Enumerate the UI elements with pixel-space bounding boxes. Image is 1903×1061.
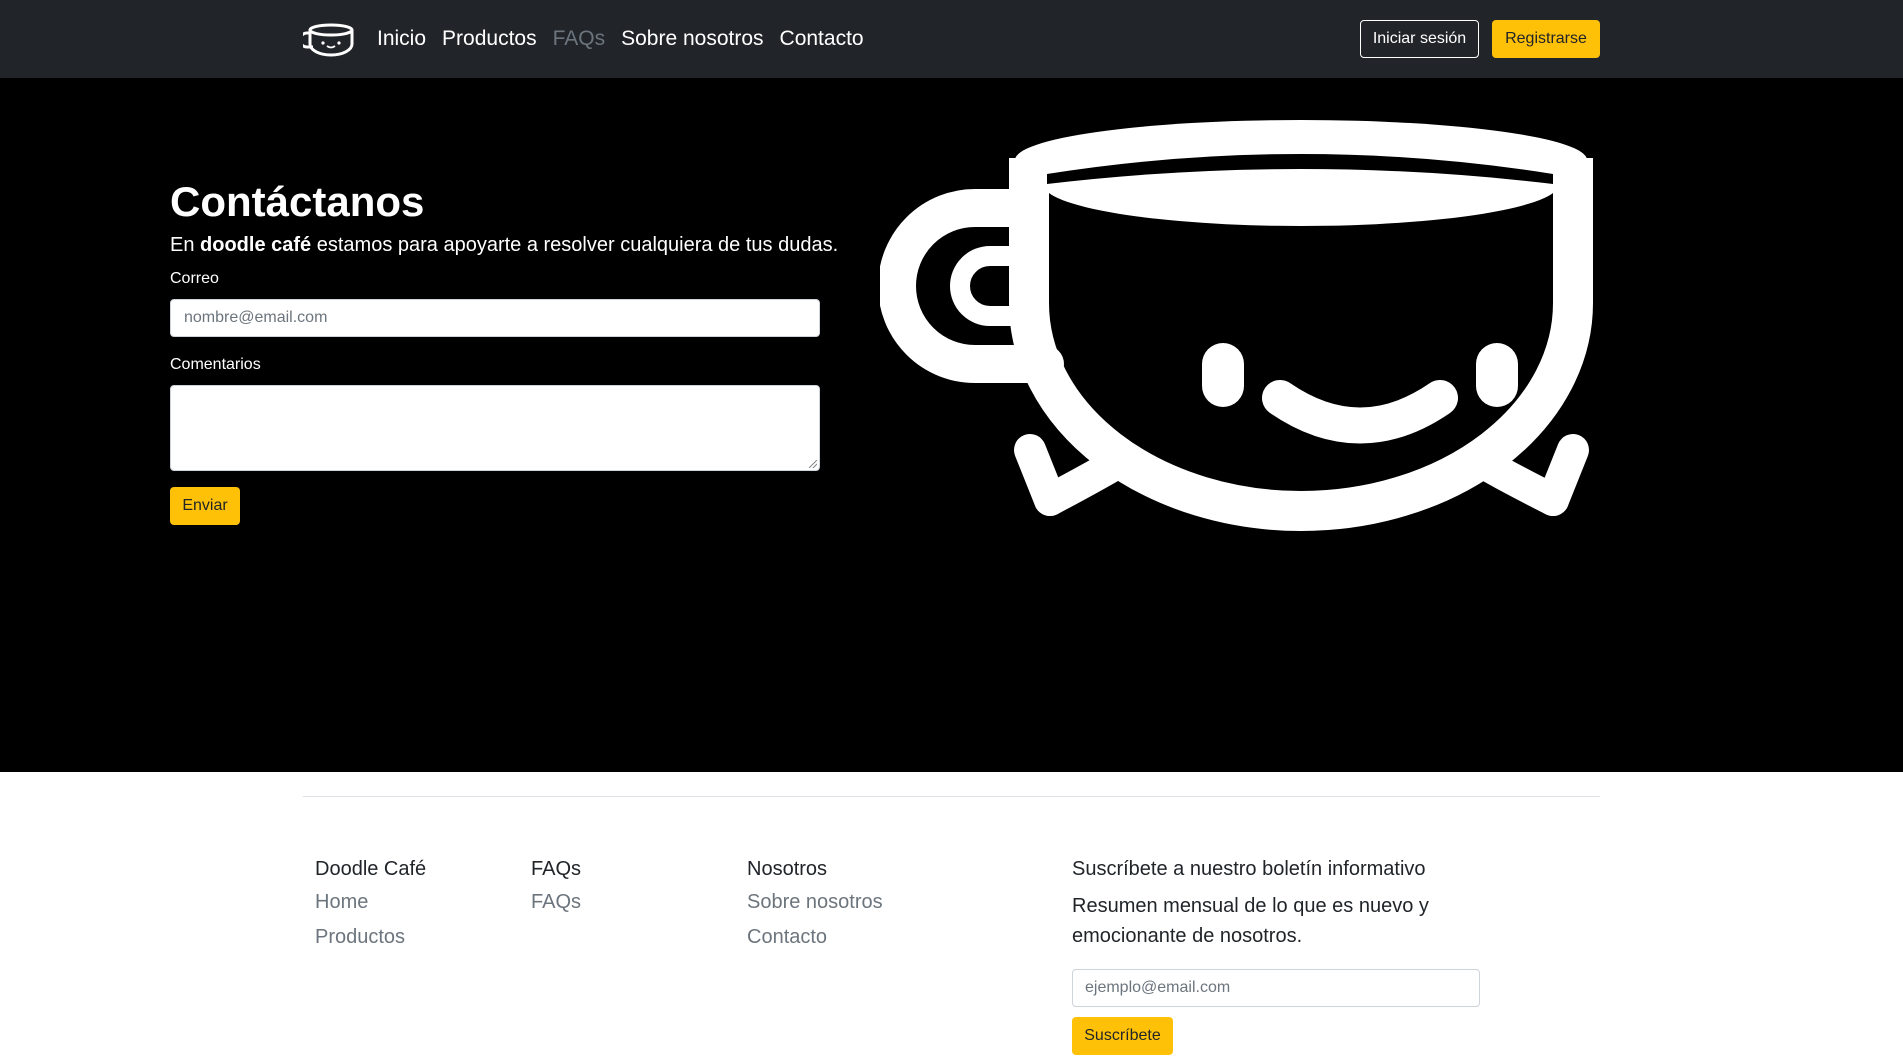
- lead-brand: doodle café: [200, 234, 312, 256]
- footer-link-sobre-nosotros[interactable]: Sobre nosotros: [747, 891, 883, 914]
- footer-column-doodle-cafe: Doodle Café Home Productos: [315, 858, 426, 961]
- nav-link-inicio[interactable]: Inicio: [377, 27, 426, 51]
- newsletter-text: Resumen mensual de lo que es nuevo y emo…: [1072, 895, 1429, 947]
- subscribe-button[interactable]: Suscríbete: [1072, 1017, 1173, 1055]
- footer-heading: FAQs: [531, 858, 582, 880]
- send-button[interactable]: Enviar: [170, 487, 240, 525]
- email-field[interactable]: nombre@email.com: [170, 299, 820, 337]
- page-title: Contáctanos: [170, 178, 425, 225]
- newsletter-heading: Suscríbete a nuestro boletín informativo: [1072, 858, 1426, 880]
- email-label: Correo: [170, 270, 219, 287]
- comments-textarea[interactable]: [170, 385, 820, 471]
- contact-hero: Contáctanos En doodle café estamos para …: [0, 78, 1903, 772]
- footer-column-faqs: FAQs FAQs: [531, 858, 581, 926]
- footer-divider: [303, 796, 1600, 797]
- login-button[interactable]: Iniciar sesión: [1360, 20, 1479, 58]
- footer-column-nosotros: Nosotros Sobre nosotros Contacto: [747, 858, 883, 961]
- contact-lead: En doodle café estamos para apoyarte a r…: [170, 234, 838, 257]
- footer-link-productos[interactable]: Productos: [315, 926, 426, 949]
- nav-link-contacto[interactable]: Contacto: [780, 27, 864, 51]
- lead-suffix: estamos para apoyarte a resolver cualqui…: [311, 234, 839, 256]
- footer-link-contacto[interactable]: Contacto: [747, 926, 883, 949]
- footer-link-home[interactable]: Home: [315, 891, 426, 914]
- footer-heading: Nosotros: [747, 858, 828, 880]
- signup-button[interactable]: Registrarse: [1492, 20, 1600, 58]
- smiling-coffee-cup-icon: [878, 98, 1720, 618]
- nav-link-productos[interactable]: Productos: [442, 27, 537, 51]
- footer-heading: Doodle Café: [315, 858, 427, 880]
- comments-label: Comentarios: [170, 356, 261, 373]
- newsletter-email-field[interactable]: ejemplo@email.com: [1072, 969, 1480, 1007]
- coffee-cup-logo-icon[interactable]: [298, 21, 355, 57]
- nav-links: Inicio Productos FAQs Sobre nosotros Con…: [377, 0, 880, 78]
- navbar: Inicio Productos FAQs Sobre nosotros Con…: [0, 0, 1903, 78]
- lead-prefix: En: [170, 234, 201, 256]
- nav-link-faqs[interactable]: FAQs: [553, 27, 606, 51]
- footer-link-faqs[interactable]: FAQs: [531, 891, 581, 914]
- nav-link-sobre-nosotros[interactable]: Sobre nosotros: [621, 27, 763, 51]
- newsletter-section: Suscríbete a nuestro boletín informativo…: [1072, 858, 1492, 951]
- resize-handle[interactable]: [809, 460, 817, 468]
